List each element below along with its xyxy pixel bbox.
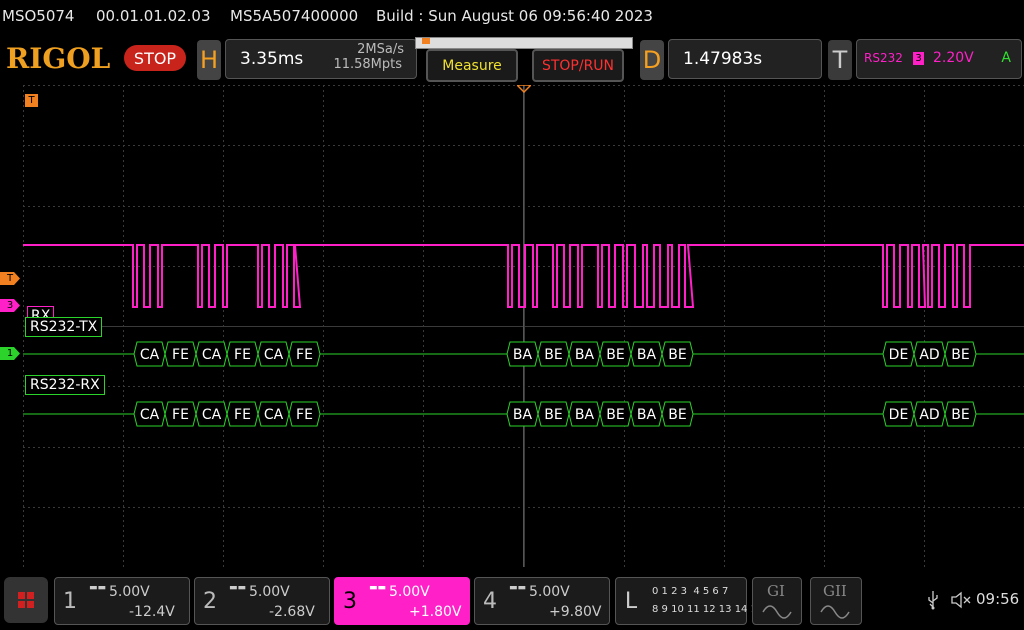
tx-bus-packet: BE bbox=[951, 347, 969, 363]
rx-bus-packet: BA bbox=[637, 407, 657, 423]
bottom-bar: 1 ▬▬ 5.00V -12.4V 2 ▬▬ 5.00V -2.68V 3 ▬▬ 5.00V +1.8… bbox=[0, 574, 1024, 630]
rx-bus-packet: CA bbox=[202, 407, 222, 423]
menu-button[interactable] bbox=[4, 577, 48, 623]
tx-bus-packet: FE bbox=[234, 347, 251, 363]
channel-3-panel[interactable]: 3 ▬▬ 5.00V +1.80V bbox=[334, 577, 470, 625]
logic-key: L bbox=[624, 588, 638, 614]
build-date: Build : Sun August 06 09:56:40 2023 bbox=[376, 7, 653, 25]
tx-bus-packet: BA bbox=[513, 347, 533, 363]
tx-bus-packet: CA bbox=[202, 347, 222, 363]
rx-bus-packet: AD bbox=[919, 407, 939, 423]
delay-key[interactable]: D bbox=[640, 40, 664, 80]
stop-run-button[interactable]: STOP/RUN bbox=[532, 49, 624, 82]
rx-bus-packet: BE bbox=[668, 407, 686, 423]
rx-bus-packet: BA bbox=[513, 407, 533, 423]
logic-channels-row1: 0 1 2 3 4 5 6 7 bbox=[652, 586, 729, 597]
brand-logo: RIGOL bbox=[6, 42, 111, 75]
trigger-position-icon bbox=[517, 85, 531, 93]
ch3-offset-marker-icon[interactable]: 3 bbox=[0, 299, 20, 312]
memory-depth: 11.58Mpts bbox=[333, 57, 402, 72]
mute-speaker-icon[interactable] bbox=[950, 590, 972, 610]
rx-bus-packet: FE bbox=[234, 407, 251, 423]
channel-4-panel[interactable]: 4 ▬▬ 5.00V +9.80V bbox=[474, 577, 610, 625]
tx-bus-packet: FE bbox=[296, 347, 313, 363]
model-name: MSO5074 bbox=[2, 7, 75, 25]
coupling-icon: ▬▬ bbox=[509, 583, 527, 593]
channel-1-panel[interactable]: 1 ▬▬ 5.00V -12.4V bbox=[54, 577, 190, 625]
rx-bus-label: RS232-RX bbox=[25, 375, 105, 395]
info-bar: MSO5074 00.01.01.02.03 MS5A507400000 Bui… bbox=[0, 0, 1024, 32]
trigger-type: RS232 bbox=[864, 51, 903, 65]
sine-wave-icon bbox=[762, 605, 792, 619]
channel-scale: 5.00V bbox=[529, 584, 570, 600]
trigger-level-marker-icon[interactable]: T bbox=[0, 272, 20, 285]
sample-rate: 2MSa/s bbox=[357, 42, 404, 57]
tx-bus-packet: BE bbox=[544, 347, 562, 363]
generator-1-button[interactable]: GI bbox=[752, 577, 802, 625]
channel-scale: 5.00V bbox=[109, 584, 150, 600]
rx-bus-packet: BA bbox=[575, 407, 595, 423]
horizontal-key[interactable]: H bbox=[197, 40, 221, 80]
channel-offset: +9.80V bbox=[549, 604, 602, 620]
grid-menu-icon bbox=[18, 592, 34, 608]
trigger-panel[interactable]: RS232 3 2.20V A bbox=[856, 39, 1022, 79]
coupling-icon: ▬▬ bbox=[89, 583, 107, 593]
sine-wave-icon bbox=[820, 605, 850, 619]
bus1-marker-icon[interactable]: 1 bbox=[0, 347, 20, 360]
tx-bus-packet: BE bbox=[606, 347, 624, 363]
delay-panel[interactable]: 1.47983s bbox=[668, 39, 822, 79]
delay-value: 1.47983s bbox=[683, 49, 763, 69]
waveform-position-bar bbox=[415, 37, 633, 49]
coupling-icon: ▬▬ bbox=[229, 583, 247, 593]
rx-bus-packet: FE bbox=[172, 407, 189, 423]
serial-number: MS5A507400000 bbox=[230, 7, 359, 25]
tx-bus-packet: BE bbox=[668, 347, 686, 363]
run-state-badge[interactable]: STOP bbox=[124, 45, 186, 71]
firmware-version: 00.01.01.02.03 bbox=[96, 7, 211, 25]
channel-number: 4 bbox=[483, 588, 497, 614]
trigger-marker-icon[interactable]: T bbox=[25, 94, 38, 107]
timebase-value: 3.35ms bbox=[240, 49, 304, 69]
channel-2-panel[interactable]: 2 ▬▬ 5.00V -2.68V bbox=[194, 577, 330, 625]
channel-offset: -2.68V bbox=[269, 604, 315, 620]
toolbar: RIGOL STOP H 3.35ms 2MSa/s 11.58Mpts Mea… bbox=[0, 34, 1024, 84]
rx-bus-packet: CA bbox=[140, 407, 160, 423]
trigger-source-badge: 3 bbox=[913, 52, 924, 65]
trigger-level: 2.20V bbox=[933, 50, 974, 66]
rx-bus-packet: BE bbox=[951, 407, 969, 423]
logic-analyzer-panel[interactable]: L 0 1 2 3 4 5 6 7 8 9 10 11 12 13 14 15 bbox=[615, 577, 763, 625]
usb-icon bbox=[928, 591, 938, 610]
trigger-mode: A bbox=[1001, 50, 1011, 66]
tx-bus-label: RS232-TX bbox=[25, 317, 103, 337]
tx-bus-packet: CA bbox=[264, 347, 284, 363]
measure-button[interactable]: Measure bbox=[426, 49, 518, 82]
clock: 09:56 bbox=[976, 590, 1020, 608]
channel-number: 2 bbox=[203, 588, 217, 614]
tx-bus-packet: FE bbox=[172, 347, 189, 363]
rx-bus-packet: BE bbox=[544, 407, 562, 423]
channel-number: 1 bbox=[63, 588, 77, 614]
tx-bus-packet: DE bbox=[889, 347, 909, 363]
rx-bus-packet: BE bbox=[606, 407, 624, 423]
tx-bus-packet: BA bbox=[637, 347, 657, 363]
rx-bus-packet: DE bbox=[889, 407, 909, 423]
tx-bus-packet: BA bbox=[575, 347, 595, 363]
coupling-icon: ▬▬ bbox=[369, 583, 387, 593]
channel-scale: 5.00V bbox=[389, 584, 430, 600]
tx-bus-packet: CA bbox=[140, 347, 160, 363]
waveform-display[interactable]: CA FE CA FE CA FE BA BE BA BE BA BE DE AD BE CA FE CA FE CA… bbox=[23, 85, 1024, 567]
trigger-key[interactable]: T bbox=[828, 40, 852, 80]
rx-bus-packet: FE bbox=[296, 407, 313, 423]
timebase-panel[interactable]: 3.35ms 2MSa/s 11.58Mpts bbox=[225, 39, 417, 79]
channel-number: 3 bbox=[343, 588, 357, 614]
channel-offset: +1.80V bbox=[409, 604, 462, 620]
channel-scale: 5.00V bbox=[249, 584, 290, 600]
generator-2-button[interactable]: GII bbox=[810, 577, 862, 625]
graticule: CA FE CA FE CA FE BA BE BA BE BA BE DE AD BE CA FE CA FE CA… bbox=[23, 85, 1024, 567]
channel-offset: -12.4V bbox=[129, 604, 175, 620]
rx-bus-packet: CA bbox=[264, 407, 284, 423]
position-marker-icon bbox=[422, 38, 430, 44]
logic-channels-row2: 8 9 10 11 12 13 14 15 bbox=[652, 604, 764, 615]
tx-bus-packet: AD bbox=[919, 347, 939, 363]
